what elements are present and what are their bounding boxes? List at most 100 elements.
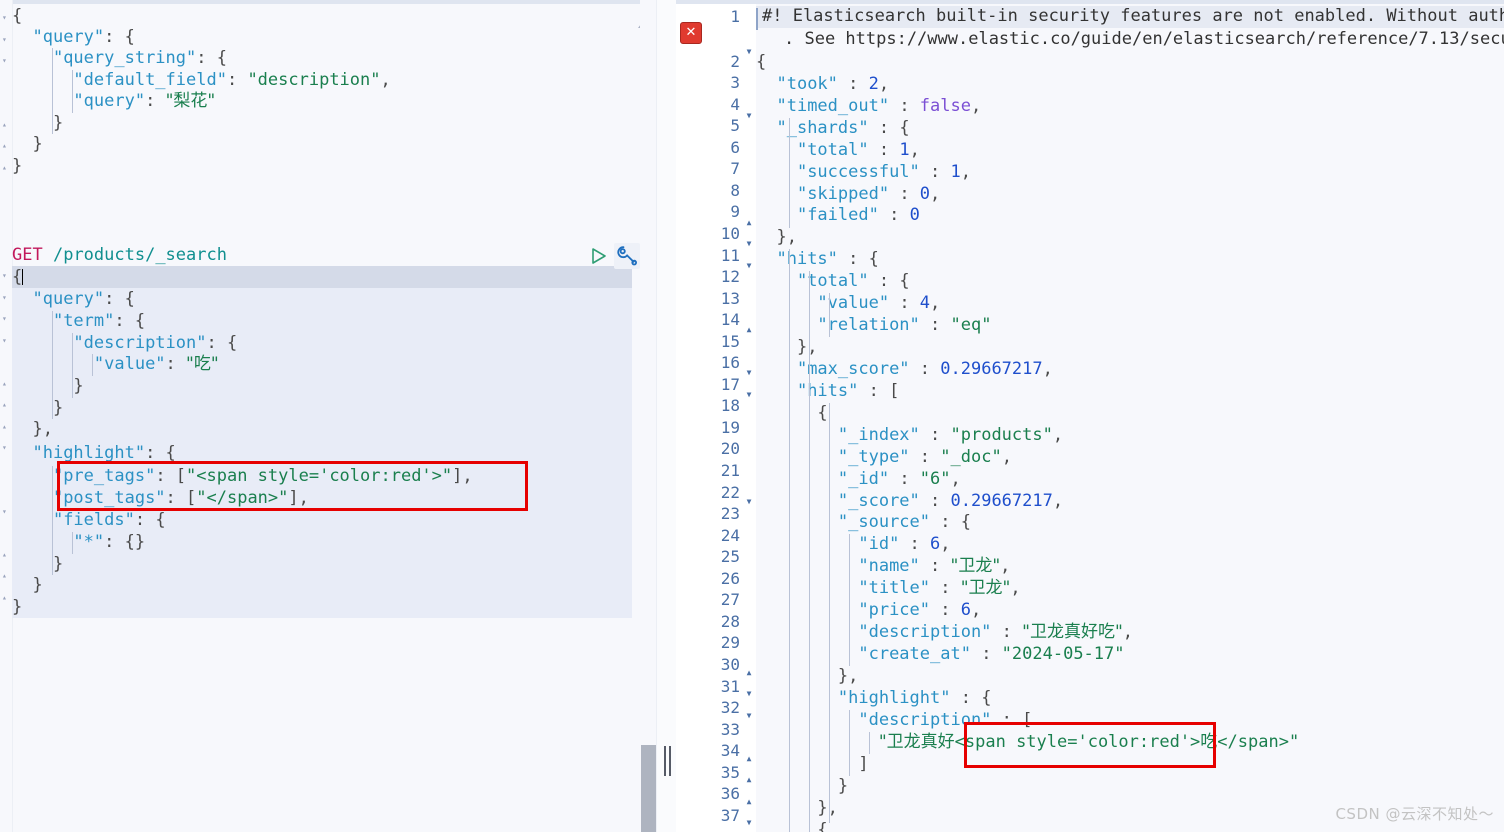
console-app: ▾ ▾ ▾ ▴ ▴ ▴ ▾ ▾ ▾ ▾ ▴ ▴ ▴ ▾ ▾ ▴ ▴ ▴ { "q… <box>0 0 1504 832</box>
code-line[interactable]: "query": { <box>12 289 134 310</box>
fold-marker[interactable]: ▾ <box>2 14 10 22</box>
code-line[interactable]: "query": "梨花" <box>12 91 215 112</box>
code-line: "skipped" : 0, <box>796 184 941 204</box>
indent-guide <box>52 311 53 419</box>
line-number: 34 <box>720 741 740 761</box>
code-line[interactable]: "fields": { <box>12 510 166 531</box>
fold-marker[interactable]: ▾ <box>2 294 10 302</box>
indent-guide <box>92 354 93 376</box>
fold-marker[interactable]: ▴ <box>2 551 10 559</box>
code-line[interactable]: } <box>12 156 22 177</box>
send-request-button[interactable] <box>588 246 608 266</box>
wrench-icon[interactable] <box>614 243 640 269</box>
error-icon[interactable]: ✕ <box>680 22 702 44</box>
fold-marker[interactable]: ▴ <box>2 121 10 129</box>
fold-arrow[interactable]: ▲ <box>743 212 755 233</box>
fold-marker[interactable]: ▴ <box>2 142 10 150</box>
code-line[interactable]: "default_field": "description", <box>12 70 390 91</box>
fold-arrow[interactable]: ▼ <box>743 41 755 62</box>
indent-guide <box>829 403 830 823</box>
code-line: "id" : 6, <box>858 534 951 554</box>
editor-scrollbar-track[interactable] <box>640 0 656 832</box>
request-editor-pane[interactable]: ▾ ▾ ▾ ▴ ▴ ▴ ▾ ▾ ▾ ▾ ▴ ▴ ▴ ▾ ▾ ▴ ▴ ▴ { "q… <box>0 0 656 832</box>
line-number: 31 <box>720 676 740 696</box>
code-line[interactable]: "value": "吃" <box>12 354 219 375</box>
code-line[interactable]: "*": {} <box>12 532 145 553</box>
code-line[interactable]: "description": { <box>12 333 237 354</box>
splitter-grip-icon[interactable] <box>663 746 672 776</box>
fold-marker[interactable]: ▴ <box>2 380 10 388</box>
indent-guide <box>72 333 73 398</box>
line-number: 26 <box>720 568 740 588</box>
line-number: 17 <box>720 374 740 394</box>
fold-arrow[interactable]: ▲ <box>743 662 755 683</box>
fold-marker[interactable]: ▾ <box>2 508 10 516</box>
fold-marker[interactable]: ▴ <box>2 423 10 431</box>
code-line[interactable]: } <box>12 113 63 134</box>
code-line: "highlight" : { <box>837 688 992 708</box>
fold-arrow[interactable]: ▲ <box>743 319 755 340</box>
code-line[interactable]: }, <box>12 419 52 440</box>
line-number: 37 <box>720 805 740 825</box>
fold-marker[interactable]: ▴ <box>2 401 10 409</box>
line-number: 2 <box>730 51 740 71</box>
request-line[interactable]: GET /products/_search <box>12 245 227 266</box>
fold-arrow[interactable]: ▲ <box>743 769 755 790</box>
code-line[interactable]: } <box>12 554 63 575</box>
fold-arrow[interactable]: ▼ <box>743 255 755 276</box>
code-line[interactable]: "query_string": { <box>12 48 227 69</box>
pane-splitter[interactable] <box>656 0 678 832</box>
line-number: 21 <box>720 461 740 480</box>
code-line-post-tags[interactable]: "post_tags": ["</span>"], <box>12 488 309 509</box>
line-number: 33 <box>720 719 740 739</box>
response-pane[interactable]: ✕ 1 2 3 4 5 6 7 8 9 10 11 12 13 14 15 16 17 18 19 20 21 22 23 2… <box>676 0 1504 832</box>
editor-scrollbar-thumb[interactable] <box>641 745 656 832</box>
code-line-pre-tags[interactable]: "pre_tags": ["<span style='color:red'>"]… <box>12 466 473 487</box>
code-line[interactable]: "query": { <box>12 27 134 48</box>
code-line[interactable]: "term": { <box>12 311 145 332</box>
fold-arrow[interactable]: ▼ <box>743 105 755 126</box>
fold-marker[interactable]: ▾ <box>2 337 10 345</box>
fold-arrow[interactable]: ▼ <box>743 705 755 726</box>
line-number: 22 <box>720 482 740 502</box>
fold-marker[interactable]: ▾ <box>2 315 10 323</box>
code-line[interactable]: } <box>12 575 42 596</box>
line-number: 36 <box>720 784 740 804</box>
response-annotation-gutter[interactable]: ✕ <box>676 4 709 832</box>
fold-arrow[interactable]: ▲ <box>743 791 755 812</box>
code-line: "timed_out" : false, <box>776 96 982 116</box>
code-line[interactable]: { <box>12 267 24 288</box>
response-fold-gutter[interactable]: ▼ ▼ ▲ ▼ ▼ ▲ ▼ ▼ ▼ ▲ ▼ ▼ ▲ ▲ ▲ ▼ <box>742 4 756 832</box>
fold-arrow[interactable]: ▼ <box>743 683 755 704</box>
fold-marker[interactable]: ▾ <box>2 272 10 280</box>
code-line: "_score" : 0.29667217, <box>837 491 1064 511</box>
fold-marker[interactable]: ▾ <box>2 57 10 65</box>
fold-arrow[interactable]: ▼ <box>743 812 755 832</box>
fold-arrow[interactable]: ▼ <box>743 491 755 512</box>
code-line: { <box>756 52 767 72</box>
code-line[interactable]: } <box>12 134 42 155</box>
line-number: 5 <box>730 116 740 136</box>
fold-arrow[interactable]: ▼ <box>743 233 755 254</box>
code-line: "name" : "卫龙", <box>858 556 1011 576</box>
fold-arrow[interactable]: ▼ <box>743 384 755 405</box>
line-number: 20 <box>720 439 740 459</box>
code-line[interactable]: { <box>12 6 22 27</box>
line-number: 32 <box>720 698 740 718</box>
response-code-area[interactable]: #! Elasticsearch built-in security featu… <box>756 4 1504 832</box>
indent-guide <box>869 732 870 754</box>
fold-marker[interactable]: ▾ <box>2 36 10 44</box>
code-line[interactable]: "highlight": { <box>12 443 175 464</box>
editor-code-area[interactable]: { "query": { "query_string": { "default_… <box>12 0 640 832</box>
fold-marker[interactable]: ▾ <box>2 444 10 452</box>
fold-marker[interactable]: ▴ <box>2 594 10 602</box>
fold-arrow[interactable]: ▲ <box>743 748 755 769</box>
line-number: 27 <box>720 590 740 610</box>
fold-marker[interactable]: ▴ <box>2 572 10 580</box>
fold-marker[interactable]: ▴ <box>2 164 10 172</box>
code-line[interactable]: } <box>12 597 22 618</box>
line-number: 1 <box>730 7 740 26</box>
request-actions[interactable] <box>588 243 644 269</box>
code-line[interactable]: } <box>12 398 63 419</box>
fold-arrow[interactable]: ▼ <box>743 362 755 383</box>
